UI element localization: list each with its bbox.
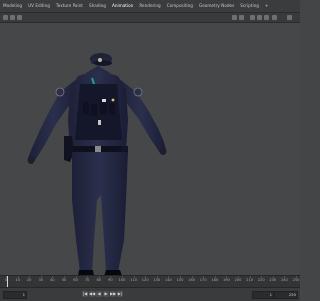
tab-compositing[interactable]: Compositing: [164, 0, 196, 12]
end-frame-field[interactable]: 250: [274, 291, 298, 299]
timeline-tick-label: 100: [118, 278, 126, 282]
editor-type-icon[interactable]: [3, 15, 8, 20]
add-workspace-button[interactable]: +: [262, 0, 272, 12]
timeline-tick-label: 90: [108, 278, 113, 282]
jump-start-button[interactable]: |◀: [82, 291, 88, 297]
tab-rendering[interactable]: Rendering: [136, 0, 163, 12]
timeline-tick-label: 220: [257, 278, 265, 282]
shoulder-patch-icon: [133, 87, 143, 97]
tab-texture-paint[interactable]: Texture Paint: [53, 0, 86, 12]
police-cap: [90, 53, 112, 66]
play-reverse-button[interactable]: ◀: [96, 291, 102, 297]
tab-modeling[interactable]: Modeling: [0, 0, 25, 12]
tab-uv-editing[interactable]: UV Editing: [25, 0, 53, 12]
timeline-tick-label: 190: [222, 278, 230, 282]
solid-shading-icon[interactable]: [250, 15, 255, 20]
timeline-ruler[interactable]: 0 10 20 30 40 50 60 70 80 90 100 110 120 130 140 150 160…: [0, 275, 300, 287]
timeline-tick-label: 210: [246, 278, 254, 282]
view-menu-icon[interactable]: [17, 15, 22, 20]
material-shading-icon[interactable]: [257, 15, 262, 20]
timeline-tick-label: 170: [199, 278, 207, 282]
timeline-tick-label: 120: [141, 278, 149, 282]
viewport-header-toolbar: [0, 13, 300, 23]
gizmo-icon[interactable]: [272, 15, 277, 20]
timeline-tick-label: 110: [130, 278, 138, 282]
timeline-tick-label: 80: [96, 278, 102, 282]
timeline-tick-label: 240: [280, 278, 288, 282]
timeline-tick-label: 10: [15, 278, 20, 282]
xray-icon[interactable]: [239, 15, 244, 20]
jump-end-button[interactable]: ▶|: [117, 291, 123, 297]
timeline-tick-label: 180: [211, 278, 219, 282]
timeline-tick-label: 150: [176, 278, 184, 282]
cap-badge-icon: [98, 58, 102, 62]
timeline-tick-label: 70: [84, 278, 90, 282]
timeline-tick-label: 20: [26, 278, 32, 282]
jump-keyframe-back-button[interactable]: ◀◀: [89, 291, 95, 297]
viewport-options-icon[interactable]: [287, 15, 292, 20]
tab-scripting[interactable]: Scripting: [237, 0, 262, 12]
play-button[interactable]: ▶: [103, 291, 109, 297]
rendered-shading-icon[interactable]: [264, 15, 269, 20]
tab-animation[interactable]: Animation: [109, 0, 136, 12]
shoulder-patch-icon: [55, 87, 65, 97]
timeline-tick-label: 130: [153, 278, 161, 282]
3d-viewport[interactable]: [0, 23, 300, 275]
tab-shading[interactable]: Shading: [86, 0, 109, 12]
timeline-tick-label: 40: [50, 278, 55, 282]
badge-icon: [111, 98, 115, 102]
timeline-tick-label: 140: [164, 278, 172, 282]
playhead[interactable]: [7, 276, 9, 287]
timeline-tick-label: 250: [292, 278, 300, 282]
start-frame-field[interactable]: 1: [252, 291, 274, 299]
jump-keyframe-forward-button[interactable]: ▶▶: [110, 291, 116, 297]
timeline-tick-label: 30: [38, 278, 44, 282]
overlay-icon[interactable]: [232, 15, 237, 20]
uniform-trousers: [72, 152, 128, 272]
workspace-tabs-bar: Modeling UV Editing Texture Paint Shadin…: [0, 0, 300, 13]
timeline-tick-label: 200: [234, 278, 242, 282]
current-frame-field[interactable]: 1: [3, 291, 27, 299]
select-mode-icon[interactable]: [10, 15, 15, 20]
playback-bar: 1 |◀ ◀◀ ◀ ▶ ▶▶ ▶| 1 250: [0, 287, 300, 301]
timeline-tick-label: 50: [61, 278, 67, 282]
police-uniform-model[interactable]: [0, 23, 300, 275]
timeline-tick-label: 230: [269, 278, 277, 282]
timeline-tick-label: 160: [188, 278, 196, 282]
tab-geometry-nodes[interactable]: Geometry Nodes: [196, 0, 237, 12]
timeline-tick-label: 60: [73, 278, 78, 282]
